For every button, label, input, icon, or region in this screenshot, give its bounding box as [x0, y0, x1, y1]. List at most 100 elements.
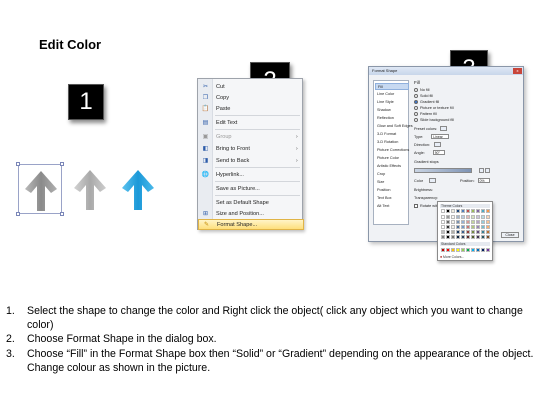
theme-color-swatch[interactable]: [486, 230, 490, 234]
standard-color-swatch[interactable]: [456, 248, 460, 252]
theme-color-swatch[interactable]: [461, 235, 465, 239]
add-stop-button[interactable]: [479, 168, 484, 173]
theme-color-swatch[interactable]: [446, 215, 450, 219]
standard-color-swatch[interactable]: [466, 248, 470, 252]
theme-color-swatch[interactable]: [461, 209, 465, 213]
theme-color-swatch[interactable]: [476, 215, 480, 219]
nav-item-reflection[interactable]: Reflection: [375, 115, 409, 122]
gray-arrow-selected[interactable]: [16, 162, 64, 216]
standard-color-swatch[interactable]: [441, 248, 445, 252]
menu-item-group[interactable]: ▣ Group ›: [198, 131, 304, 142]
theme-color-swatch[interactable]: [471, 220, 475, 224]
theme-color-swatch[interactable]: [471, 209, 475, 213]
resize-handle[interactable]: [60, 212, 64, 216]
theme-color-swatch[interactable]: [486, 220, 490, 224]
theme-color-swatch[interactable]: [441, 220, 445, 224]
menu-item-hyperlink[interactable]: 🌐 Hyperlink...: [198, 169, 304, 180]
theme-color-swatch[interactable]: [451, 230, 455, 234]
theme-color-swatch[interactable]: [446, 235, 450, 239]
nav-item-line-style[interactable]: Line Style: [375, 99, 409, 106]
theme-color-swatch[interactable]: [471, 225, 475, 229]
nav-item-crop[interactable]: Crop: [375, 171, 409, 178]
menu-item-size-position[interactable]: ⊞ Size and Position...: [198, 208, 304, 219]
theme-color-swatch[interactable]: [441, 230, 445, 234]
theme-color-swatch[interactable]: [471, 215, 475, 219]
theme-color-swatch[interactable]: [466, 230, 470, 234]
nav-item-alt-text[interactable]: Alt Text: [375, 203, 409, 210]
nav-item-text-box[interactable]: Text Box: [375, 195, 409, 202]
theme-color-swatch[interactable]: [446, 230, 450, 234]
theme-color-swatch[interactable]: [456, 209, 460, 213]
standard-color-swatch[interactable]: [471, 248, 475, 252]
theme-color-swatch[interactable]: [481, 220, 485, 224]
theme-color-swatch[interactable]: [456, 225, 460, 229]
nav-item-glow[interactable]: Glow and Soft Edges: [375, 123, 413, 130]
nav-item-picture-color[interactable]: Picture Color: [375, 155, 409, 162]
theme-color-swatch[interactable]: [441, 225, 445, 229]
nav-item-size[interactable]: Size: [375, 179, 409, 186]
theme-color-swatch[interactable]: [446, 225, 450, 229]
theme-color-swatch[interactable]: [466, 235, 470, 239]
theme-color-swatch[interactable]: [481, 230, 485, 234]
menu-item-paste[interactable]: 📋 Paste: [198, 103, 304, 114]
theme-color-swatch[interactable]: [456, 235, 460, 239]
option-gradient-fill[interactable]: Gradient fill: [414, 100, 439, 104]
theme-color-swatch[interactable]: [466, 215, 470, 219]
close-button[interactable]: Close: [501, 232, 519, 238]
theme-color-swatch[interactable]: [456, 230, 460, 234]
theme-color-swatch[interactable]: [476, 235, 480, 239]
option-pattern-fill[interactable]: Pattern fill: [414, 112, 437, 116]
nav-item-position[interactable]: Position: [375, 187, 409, 194]
option-slide-background-fill[interactable]: Slide background fill: [414, 118, 454, 122]
preset-colors-dropdown[interactable]: [440, 126, 448, 131]
theme-color-swatch[interactable]: [486, 209, 490, 213]
position-input[interactable]: 0%: [477, 178, 490, 183]
option-picture-fill[interactable]: Picture or texture fill: [414, 106, 454, 110]
theme-color-swatch[interactable]: [486, 235, 490, 239]
resize-handle[interactable]: [16, 212, 20, 216]
theme-color-swatch[interactable]: [486, 225, 490, 229]
theme-color-swatch[interactable]: [441, 209, 445, 213]
standard-color-swatch[interactable]: [461, 248, 465, 252]
more-colors-link[interactable]: ■ More Colors...: [440, 255, 464, 260]
theme-color-swatch[interactable]: [466, 209, 470, 213]
menu-item-bring-to-front[interactable]: ◧ Bring to Front ›: [198, 143, 304, 154]
option-no-fill[interactable]: No fill: [414, 88, 430, 92]
theme-color-swatch[interactable]: [461, 230, 465, 234]
standard-color-swatch[interactable]: [481, 248, 485, 252]
resize-handle[interactable]: [16, 162, 20, 166]
standard-color-swatch[interactable]: [486, 248, 490, 252]
nav-item-fill[interactable]: Fill: [375, 83, 409, 90]
blue-arrow[interactable]: [116, 164, 160, 214]
nav-item-line-color[interactable]: Line Color: [375, 91, 409, 98]
standard-color-swatch[interactable]: [476, 248, 480, 252]
menu-item-send-to-back[interactable]: ◨ Send to Back ›: [198, 155, 304, 166]
theme-color-swatch[interactable]: [441, 235, 445, 239]
close-icon[interactable]: x: [513, 68, 522, 74]
theme-color-swatch[interactable]: [481, 215, 485, 219]
nav-item-artistic-effects[interactable]: Artistic Effects: [375, 163, 409, 170]
theme-color-swatch[interactable]: [446, 220, 450, 224]
theme-color-swatch[interactable]: [441, 215, 445, 219]
remove-stop-button[interactable]: [485, 168, 490, 173]
theme-color-swatch[interactable]: [481, 225, 485, 229]
type-dropdown[interactable]: Linear: [431, 134, 450, 139]
menu-item-copy[interactable]: ❐ Copy: [198, 92, 304, 103]
theme-color-swatch[interactable]: [466, 225, 470, 229]
theme-color-swatch[interactable]: [451, 220, 455, 224]
menu-item-cut[interactable]: ✂ Cut: [198, 81, 304, 92]
theme-color-swatch[interactable]: [471, 235, 475, 239]
nav-item-3d-rotation[interactable]: 3-D Rotation: [375, 139, 409, 146]
theme-color-swatch[interactable]: [461, 220, 465, 224]
theme-color-swatch[interactable]: [476, 225, 480, 229]
color-picker-button[interactable]: [429, 178, 437, 183]
theme-color-swatch[interactable]: [451, 225, 455, 229]
light-gray-arrow[interactable]: [68, 164, 112, 214]
nav-item-shadow[interactable]: Shadow: [375, 107, 409, 114]
nav-item-picture-corrections[interactable]: Picture Corrections: [375, 147, 409, 154]
theme-color-swatch[interactable]: [471, 230, 475, 234]
theme-color-swatch[interactable]: [446, 209, 450, 213]
theme-color-swatch[interactable]: [476, 220, 480, 224]
theme-color-swatch[interactable]: [451, 215, 455, 219]
theme-color-swatch[interactable]: [486, 215, 490, 219]
